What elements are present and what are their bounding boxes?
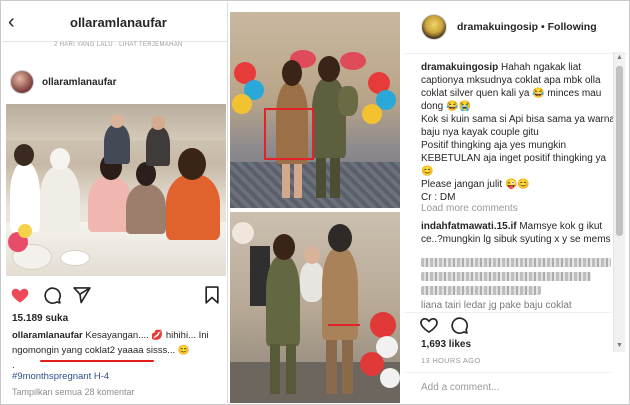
post-caption: dramakuingosip Hahah ngakak liat caption… bbox=[421, 61, 619, 204]
photo-figure bbox=[282, 164, 290, 198]
red-box-annotation bbox=[264, 108, 314, 160]
bookmark-icon[interactable] bbox=[202, 285, 222, 305]
post-timestamp[interactable]: 13 HOURS AGO bbox=[421, 356, 480, 365]
balloon bbox=[362, 104, 382, 124]
photo-figure bbox=[126, 184, 166, 234]
comment-icon[interactable] bbox=[449, 315, 469, 335]
photo-figure bbox=[322, 248, 358, 340]
scroll-up-arrow-icon[interactable]: ▲ bbox=[614, 53, 625, 63]
caption-paragraph: Positif thingking aja yes mungkin KEBETU… bbox=[421, 140, 607, 177]
instagram-post-panel: dramakuingosip • Following dramakuingosi… bbox=[405, 2, 628, 403]
photo-figure bbox=[318, 56, 340, 82]
photo-child bbox=[338, 86, 358, 116]
photo-figure bbox=[104, 124, 130, 164]
heart-icon[interactable] bbox=[10, 285, 30, 305]
decoration bbox=[340, 52, 366, 70]
comment-item: liana tairi ledar jg pake baju coklat bbox=[421, 299, 619, 311]
top-bar: ‹ ollaramlanaufar bbox=[2, 2, 227, 42]
photo-figure bbox=[50, 148, 70, 170]
view-all-comments-link[interactable]: Tampilkan semua 28 komentar bbox=[12, 387, 135, 397]
photo-figure bbox=[330, 158, 340, 198]
photo-figure bbox=[328, 224, 352, 252]
likes-count[interactable]: 1,693 likes bbox=[421, 339, 471, 350]
back-arrow-icon[interactable]: ‹ bbox=[8, 11, 15, 34]
load-more-comments-link[interactable]: Load more comments bbox=[421, 203, 518, 214]
post-action-bar bbox=[419, 315, 519, 337]
caption-paragraph: Kok si kuin sama si Api bisa sama ya war… bbox=[421, 114, 615, 138]
header-username-line: dramakuingosip • Following bbox=[457, 21, 597, 33]
photo-figure bbox=[178, 148, 206, 180]
comment-username[interactable]: indahfatmawati.15.if bbox=[421, 221, 517, 232]
photo-plate bbox=[60, 250, 90, 266]
post-username[interactable]: ollaramlanaufar bbox=[42, 77, 116, 88]
comment-text: ledar jg pake baju coklat bbox=[461, 300, 572, 311]
photo-figure bbox=[40, 166, 80, 232]
avatar[interactable] bbox=[10, 70, 34, 94]
photo-figure bbox=[110, 114, 124, 128]
separator-dot: • bbox=[538, 21, 548, 33]
likes-count[interactable]: 15.189 suka bbox=[12, 313, 68, 324]
divider bbox=[405, 372, 611, 373]
post-meta-faded: 2 HARI YANG LALU · LIHAT TERJEMAHAN bbox=[54, 42, 183, 48]
post-action-bar bbox=[2, 285, 227, 309]
collage-photo-top bbox=[230, 12, 400, 208]
photo-figure bbox=[270, 344, 280, 394]
hashtag-link[interactable]: #9monthspregnant H-4 bbox=[12, 371, 109, 382]
comment-icon[interactable] bbox=[42, 285, 62, 305]
post-header: ollaramlanaufar bbox=[2, 68, 227, 102]
photo-flowers bbox=[18, 224, 32, 238]
comment-username[interactable]: liana tairi bbox=[421, 300, 461, 311]
photo-figure bbox=[166, 174, 220, 240]
heart-icon[interactable] bbox=[419, 315, 439, 335]
blurred-comment bbox=[421, 272, 591, 281]
caption-paragraph: Please jangan julit 😜😊 bbox=[421, 179, 530, 190]
photo-figure bbox=[342, 340, 353, 394]
collage-photo-bottom bbox=[230, 212, 400, 403]
post-caption: ollaramlanaufar Kesayangan.... 💋 hihihi.… bbox=[12, 328, 222, 373]
following-button[interactable]: Following bbox=[548, 21, 597, 33]
scrollbar-thumb[interactable] bbox=[616, 66, 623, 236]
photo-carpet bbox=[230, 162, 400, 208]
blurred-comment bbox=[421, 286, 541, 295]
photo-figure bbox=[10, 162, 40, 232]
original-post-screenshot: ‹ ollaramlanaufar 2 HARI YANG LALU · LIH… bbox=[2, 2, 228, 403]
photo-figure bbox=[14, 144, 34, 166]
photo-figure bbox=[326, 340, 337, 394]
post-username[interactable]: dramakuingosip bbox=[457, 21, 538, 33]
comment-item: indahfatmawati.15.if Mamsye kok g ikut c… bbox=[421, 220, 619, 246]
photo-figure bbox=[316, 158, 326, 198]
profile-username[interactable]: ollaramlanaufar bbox=[70, 15, 167, 30]
share-icon[interactable] bbox=[72, 285, 92, 305]
balloon bbox=[370, 312, 396, 338]
photo-child bbox=[304, 246, 320, 264]
photo-figure bbox=[286, 344, 296, 394]
balloon bbox=[380, 368, 400, 388]
red-mark-annotation bbox=[328, 324, 360, 326]
photo-figure bbox=[294, 164, 302, 198]
post-header: dramakuingosip • Following bbox=[405, 2, 628, 54]
photo-figure bbox=[273, 234, 295, 260]
caption-paragraph: Cr : DM bbox=[421, 192, 456, 203]
blurred-comment bbox=[421, 258, 611, 267]
divider bbox=[405, 312, 611, 313]
photo-figure bbox=[266, 256, 300, 346]
avatar[interactable] bbox=[421, 14, 447, 40]
scrollbar[interactable]: ▲ ▼ bbox=[613, 52, 625, 352]
scroll-down-arrow-icon[interactable]: ▼ bbox=[614, 341, 625, 351]
caption-username[interactable]: dramakuingosip bbox=[421, 62, 498, 73]
photo-child bbox=[300, 262, 324, 302]
photo-figure bbox=[146, 126, 170, 166]
red-underline-annotation bbox=[40, 360, 154, 362]
caption-username[interactable]: ollaramlanaufar bbox=[12, 330, 83, 341]
caption-dot: . bbox=[12, 360, 15, 371]
post-photo bbox=[6, 104, 226, 276]
photo-figure bbox=[282, 60, 302, 86]
add-comment-input[interactable]: Add a comment... bbox=[421, 382, 499, 393]
balloon bbox=[232, 222, 254, 244]
photo-figure bbox=[151, 116, 165, 130]
balloon bbox=[232, 94, 252, 114]
